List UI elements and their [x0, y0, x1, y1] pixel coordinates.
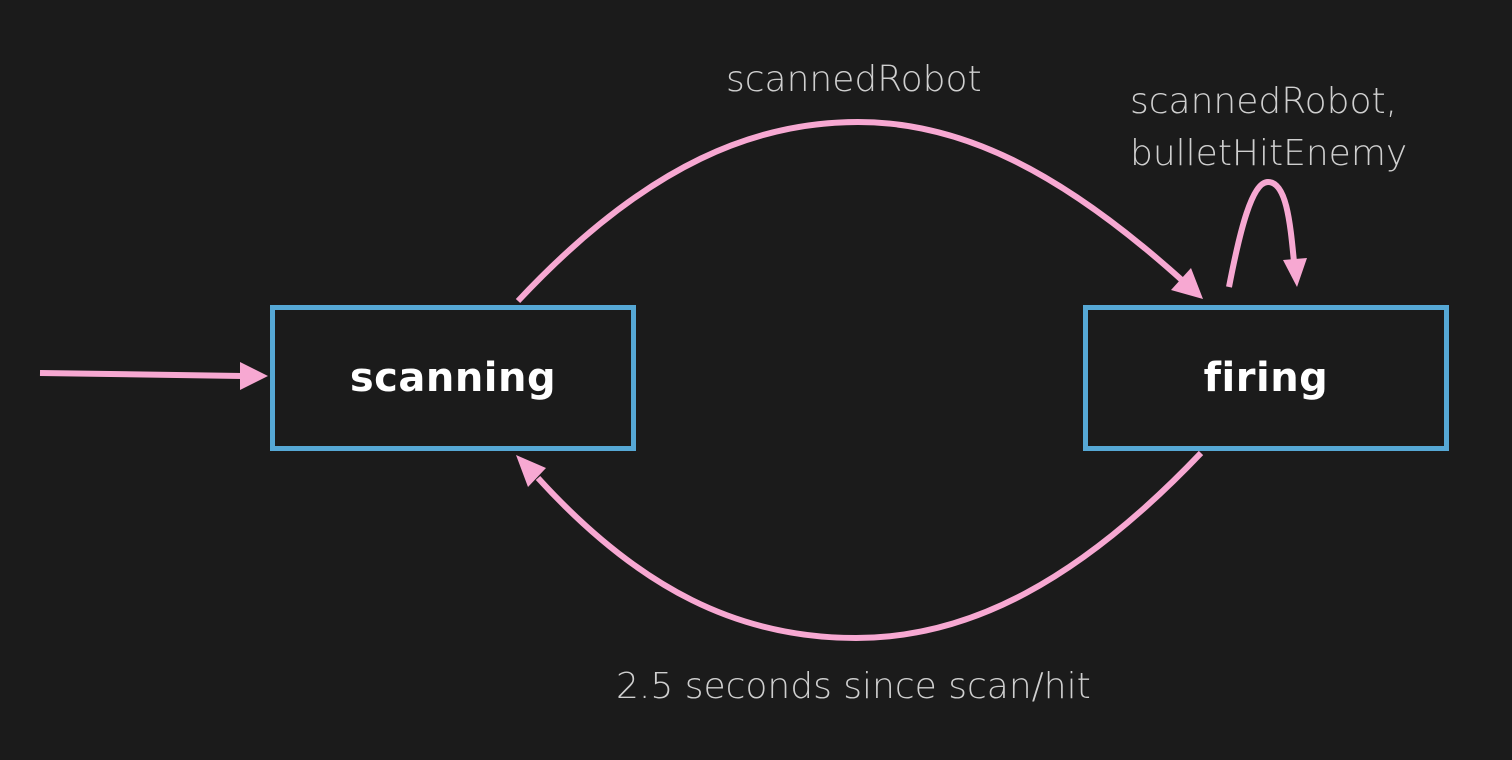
- state-firing: firing: [1083, 305, 1449, 451]
- initial-arrow: [39, 362, 268, 390]
- transition-scanning-to-firing: [515, 118, 1203, 304]
- transition-firing-self-loop: [1226, 178, 1307, 288]
- transition-firing-to-scanning: [516, 450, 1204, 642]
- state-diagram-canvas: scanning firing scannedRobot scannedRobo…: [0, 0, 1512, 760]
- transition-self-loop-label: scannedRobot, bulletHitEnemy: [1130, 76, 1407, 180]
- state-firing-label: firing: [1203, 355, 1329, 401]
- state-scanning: scanning: [270, 305, 636, 451]
- transition-fire-to-scan-label: 2.5 seconds since scan/hit: [616, 666, 1091, 707]
- self-loop-label-line-2: bulletHitEnemy: [1130, 133, 1408, 174]
- self-loop-label-line-1: scannedRobot,: [1130, 81, 1398, 122]
- transition-scan-to-fire-label: scannedRobot: [726, 59, 982, 100]
- state-scanning-label: scanning: [349, 355, 557, 401]
